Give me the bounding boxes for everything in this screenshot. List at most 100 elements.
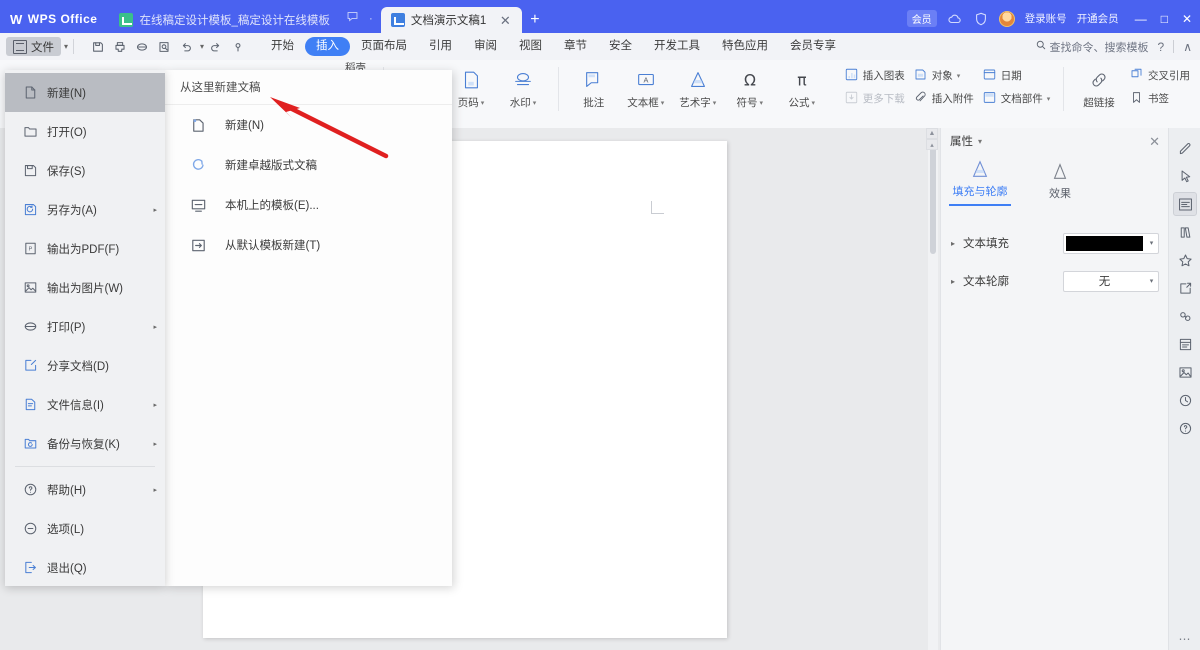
ribbon-row-chart[interactable]: 插入图表 — [840, 64, 909, 87]
scroll-page-up-button[interactable]: ▴ — [926, 139, 938, 150]
member-badge[interactable]: 会员 — [906, 10, 937, 27]
vertical-scrollbar-thumb[interactable] — [930, 146, 936, 254]
ribbon-row-docpart[interactable]: 文档部件 ▾ — [978, 87, 1055, 110]
ribbon-item-textbox[interactable]: A 文本框 ▾ — [620, 64, 672, 110]
ribbon-row-bookmark[interactable]: 书签 — [1125, 87, 1194, 110]
save-as-submenu-arrow-icon[interactable]: ▸ — [153, 206, 157, 214]
rail-more-icon[interactable]: ⋯ — [1179, 632, 1192, 646]
history-clock-icon[interactable] — [1173, 388, 1197, 412]
redo-icon[interactable] — [205, 37, 226, 57]
vip-label[interactable]: 开通会员 — [1077, 11, 1119, 26]
text-outline-dropdown-icon[interactable]: ▾ — [1145, 277, 1158, 285]
ribbon-row-object[interactable]: 对象 ▾ — [909, 64, 978, 87]
file-menu-item-share[interactable]: 分享文档(D) — [5, 346, 165, 385]
tab-more-icon[interactable]: · — [369, 11, 373, 25]
undo-icon[interactable] — [175, 37, 196, 57]
ribbon-tab-4[interactable]: 审阅 — [463, 37, 508, 56]
ribbon-tab-7[interactable]: 安全 — [598, 37, 643, 56]
submenu-item-local-template[interactable]: 本机上的模板(E)... — [165, 185, 452, 225]
search-input[interactable]: 查找命令、搜索模板 — [1035, 39, 1149, 55]
ribbon-tab-0[interactable]: 开始 — [260, 37, 305, 56]
file-menu-item-exit[interactable]: 退出(Q) — [5, 548, 165, 587]
ribbon-item-symbol[interactable]: Ω 符号 ▾ — [724, 64, 776, 110]
ocr-scan-icon[interactable] — [1173, 304, 1197, 328]
ribbon-item-comment[interactable]: 批注 — [568, 64, 620, 110]
text-outline-expand-icon[interactable]: ▸ — [951, 277, 963, 286]
scroll-up-button[interactable]: ▲ — [926, 128, 938, 139]
print-icon[interactable] — [109, 37, 130, 57]
ribbon-tab-9[interactable]: 特色应用 — [711, 37, 779, 56]
help-icon[interactable]: ? — [1158, 40, 1165, 54]
text-fill-expand-icon[interactable]: ▸ — [951, 239, 963, 248]
help-submenu-arrow-icon[interactable]: ▸ — [153, 486, 157, 494]
close-tab-icon[interactable]: ✕ — [498, 14, 512, 27]
save-icon[interactable] — [87, 37, 108, 57]
properties-close-icon[interactable]: ✕ — [1149, 135, 1160, 148]
info-help-icon[interactable] — [1173, 416, 1197, 440]
properties-tab-fill-outline[interactable]: 填充与轮廓 — [949, 158, 1011, 206]
file-menu-item-save-as[interactable]: 另存为(A) ▸ — [5, 190, 165, 229]
file-menu-item-export-pdf[interactable]: P 输出为PDF(F) — [5, 229, 165, 268]
ribbon-row-date[interactable]: 日期 — [978, 64, 1055, 87]
ribbon-row-crossref[interactable]: 交叉引用 — [1125, 64, 1194, 87]
paragraph-layout-icon[interactable] — [1173, 192, 1197, 216]
ribbon-tab-2[interactable]: 页面布局 — [350, 37, 418, 56]
share-export-icon[interactable] — [1173, 276, 1197, 300]
account-name[interactable]: 登录账号 — [1025, 11, 1067, 26]
file-menu-button[interactable]: 文件 — [6, 37, 61, 56]
file-menu-caret-icon[interactable]: ▾ — [64, 42, 68, 51]
new-tab-button[interactable]: + — [522, 12, 551, 33]
ribbon-item-formula[interactable]: π 公式 ▾ — [776, 64, 828, 110]
text-fill-color-picker[interactable]: ▾ — [1063, 232, 1159, 254]
collapse-ribbon-icon[interactable]: ∧ — [1183, 40, 1192, 54]
cloud-sync-icon[interactable] — [947, 11, 963, 27]
ribbon-tab-8[interactable]: 开发工具 — [643, 37, 711, 56]
format-painter-icon[interactable] — [227, 37, 248, 57]
ribbon-item-page-number[interactable]: 页码 ▾ — [445, 64, 497, 110]
ribbon-tab-1[interactable]: 插入 — [305, 37, 351, 56]
maximize-button[interactable]: □ — [1161, 13, 1168, 25]
print-preview-icon[interactable] — [131, 37, 152, 57]
ribbon-item-watermark[interactable]: 水印 ▾ — [497, 64, 549, 110]
submenu-item-premium[interactable]: 新建卓越版式文稿 — [165, 145, 452, 185]
document-tab-1[interactable]: 文档演示文稿1 ✕ — [380, 7, 523, 33]
ribbon-item-hyperlink[interactable]: 超链接 — [1073, 64, 1125, 110]
properties-title-caret-icon[interactable]: ▾ — [978, 137, 982, 146]
file-menu-item-save[interactable]: 保存(S) — [5, 151, 165, 190]
ribbon-tab-6[interactable]: 章节 — [553, 37, 598, 56]
properties-tab-effects[interactable]: 效果 — [1029, 160, 1091, 206]
star-favorites-icon[interactable] — [1173, 248, 1197, 272]
close-window-button[interactable]: ✕ — [1182, 13, 1192, 25]
minimize-button[interactable]: — — [1135, 13, 1147, 25]
pen-icon[interactable] — [1173, 136, 1197, 160]
ribbon-tab-5[interactable]: 视图 — [508, 37, 553, 56]
file-menu-item-export-image[interactable]: 输出为图片(W) — [5, 268, 165, 307]
file-menu-item-help[interactable]: 帮助(H) ▸ — [5, 470, 165, 509]
submenu-item-default-template[interactable]: 从默认模板新建(T) — [165, 225, 452, 265]
ribbon-tab-10[interactable]: 会员专享 — [779, 37, 847, 56]
undo-caret-icon[interactable]: ▾ — [200, 42, 204, 51]
ribbon-row-attachment[interactable]: 插入附件 — [909, 87, 978, 110]
resource-library-icon[interactable] — [1173, 220, 1197, 244]
file-menu-item-print[interactable]: 打印(P) ▸ — [5, 307, 165, 346]
comment-bubble-icon[interactable] — [346, 10, 359, 26]
print-submenu-arrow-icon[interactable]: ▸ — [153, 323, 157, 331]
object-caret-icon[interactable]: ▾ — [957, 72, 961, 80]
docpart-caret-icon[interactable]: ▾ — [1047, 95, 1051, 103]
file-menu-item-options[interactable]: 选项(L) — [5, 509, 165, 548]
text-fill-dropdown-icon[interactable]: ▾ — [1145, 239, 1158, 247]
avatar[interactable] — [998, 10, 1015, 27]
file-menu-item-file-info[interactable]: 文件信息(I) ▸ — [5, 385, 165, 424]
submenu-item-new[interactable]: 新建(N) — [165, 105, 452, 145]
form-fill-icon[interactable] — [1173, 332, 1197, 356]
ribbon-item-wordart[interactable]: 艺术字 ▾ — [672, 64, 724, 110]
document-tab-0[interactable]: 在线稿定设计模板_稿定设计在线模板 — [109, 7, 339, 33]
file-menu-item-open[interactable]: 打开(O) — [5, 112, 165, 151]
shield-icon[interactable] — [973, 11, 989, 27]
file-menu-item-new[interactable]: 新建(N) — [5, 73, 165, 112]
file-menu-item-backup[interactable]: 备份与恢复(K) ▸ — [5, 424, 165, 463]
ribbon-tab-3[interactable]: 引用 — [418, 37, 463, 56]
file-info-submenu-arrow-icon[interactable]: ▸ — [153, 401, 157, 409]
backup-submenu-arrow-icon[interactable]: ▸ — [153, 440, 157, 448]
find-icon[interactable] — [153, 37, 174, 57]
